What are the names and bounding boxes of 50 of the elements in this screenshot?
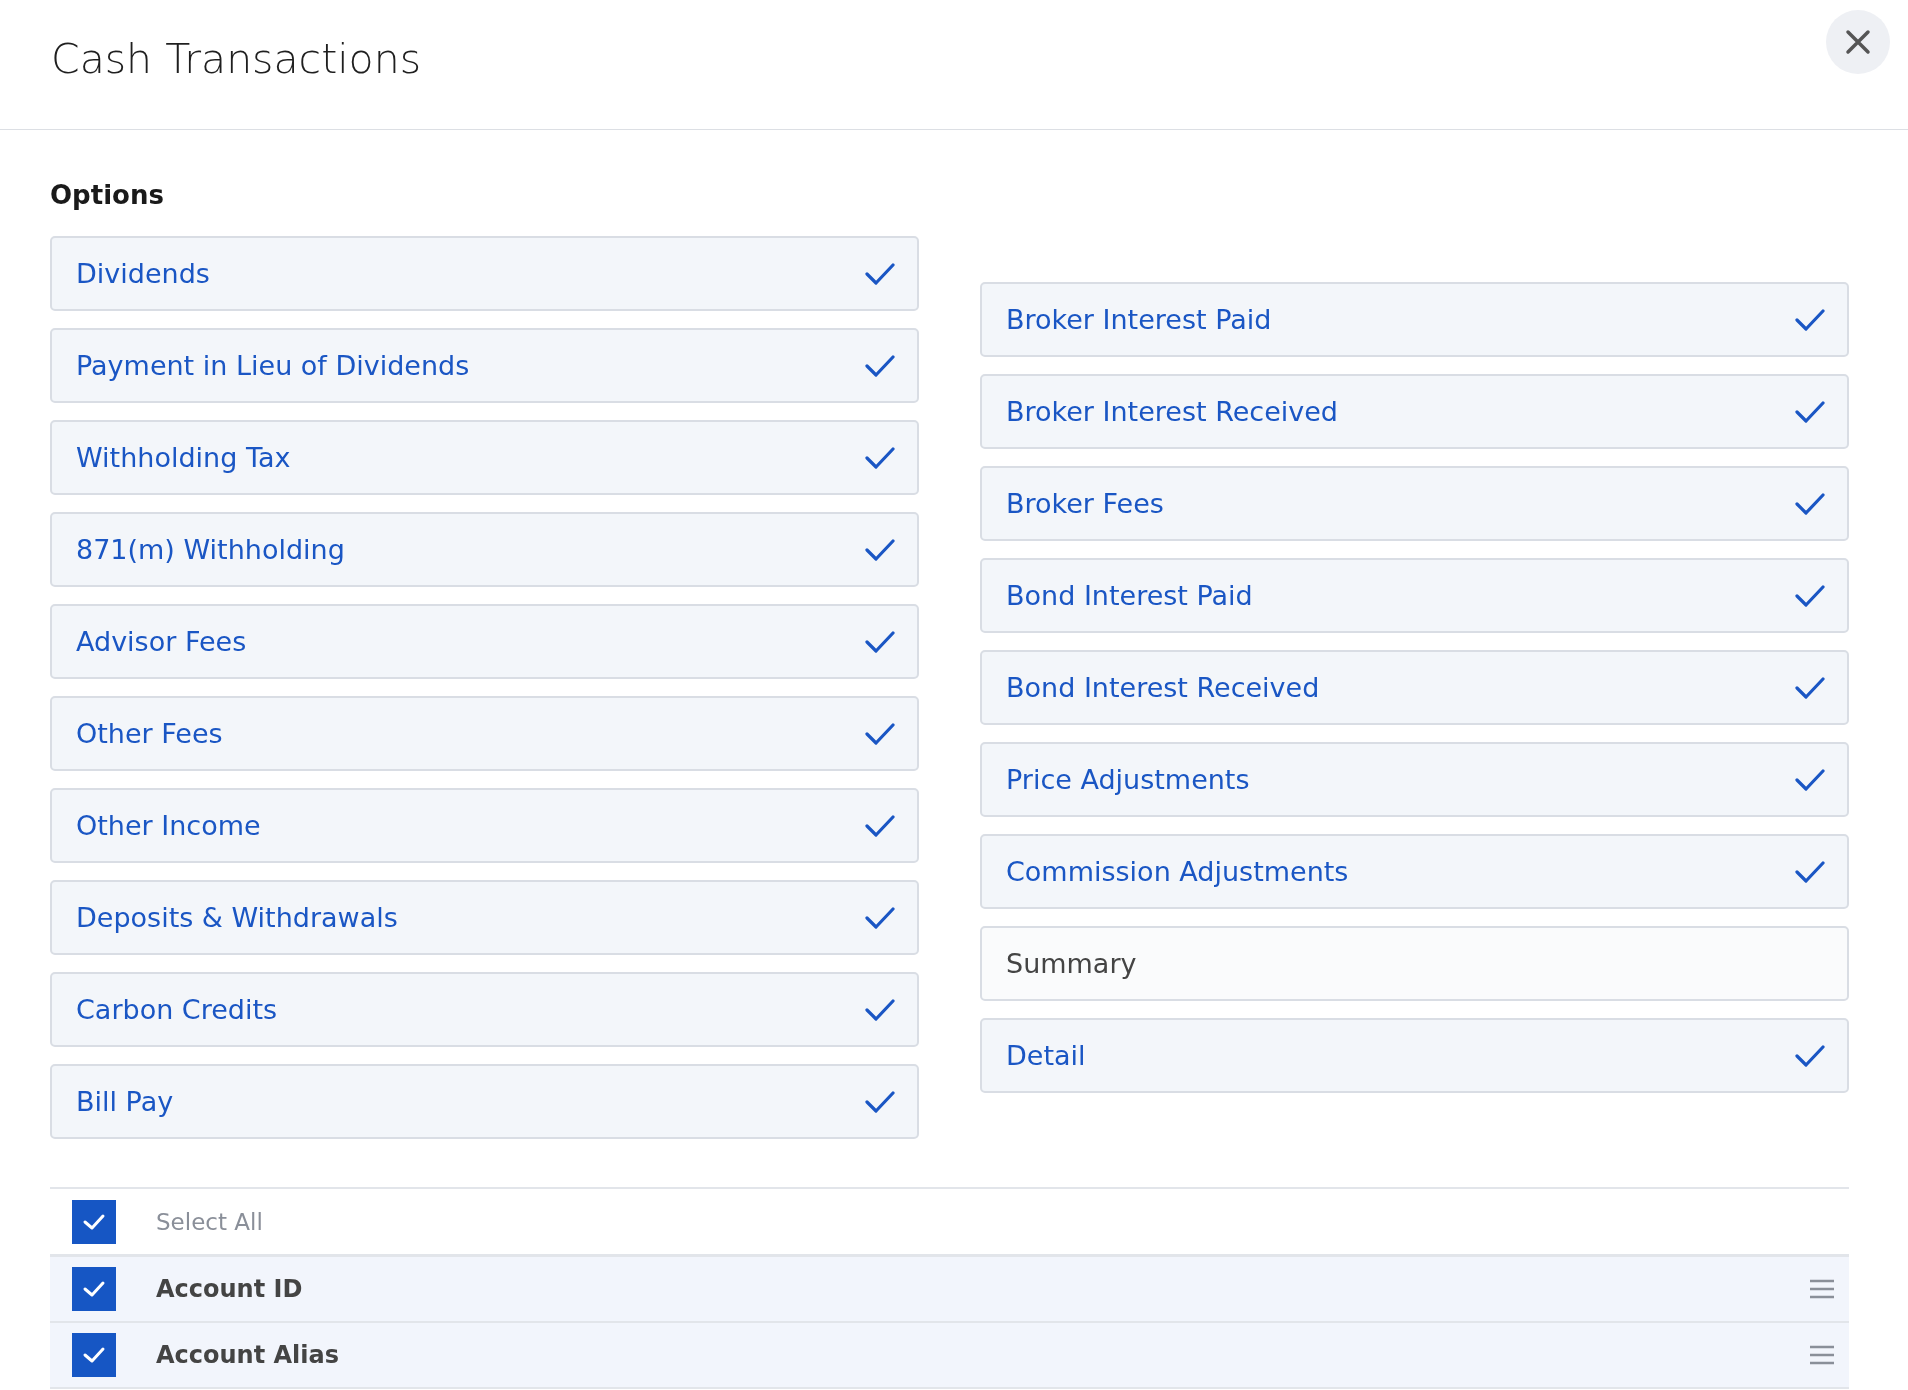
option-toggle[interactable]: Dividends [50, 236, 919, 311]
check-icon [865, 261, 895, 286]
option-toggle[interactable]: Withholding Tax [50, 420, 919, 495]
option-toggle[interactable]: Summary [980, 926, 1849, 1001]
check-icon [865, 629, 895, 654]
checkbox[interactable] [72, 1199, 116, 1244]
check-icon [865, 353, 895, 378]
check-icon [1795, 491, 1825, 516]
field-label: Account Alias [156, 1341, 341, 1369]
option-toggle[interactable]: Detail [980, 1018, 1849, 1093]
check-icon [1795, 1043, 1825, 1068]
option-toggle[interactable]: Broker Interest Paid [980, 282, 1849, 357]
check-icon [865, 997, 895, 1022]
check-icon [1795, 767, 1825, 792]
check-icon [1795, 307, 1825, 332]
drag-handle-icon[interactable] [1809, 1279, 1835, 1299]
option-toggle[interactable]: Other Income [50, 788, 919, 863]
option-toggle[interactable]: Carbon Credits [50, 972, 919, 1047]
check-icon [865, 905, 895, 930]
option-toggle[interactable]: Broker Fees [980, 466, 1849, 541]
dialog-title: Cash Transactions [51, 34, 422, 83]
check-icon [82, 1345, 106, 1365]
checkbox[interactable] [72, 1333, 116, 1377]
option-toggle[interactable]: Price Adjustments [980, 742, 1849, 817]
check-icon [865, 445, 895, 470]
check-icon [865, 813, 895, 838]
check-icon [865, 721, 895, 746]
check-icon [1795, 583, 1825, 608]
option-toggle[interactable]: Other Fees [50, 696, 919, 771]
option-toggle[interactable]: Bill Pay [50, 1064, 919, 1139]
option-toggle[interactable]: Bond Interest Paid [980, 558, 1849, 633]
option-toggle[interactable]: Broker Interest Received [980, 374, 1849, 449]
options-heading: Options [50, 180, 165, 210]
check-icon [1795, 399, 1825, 424]
close-icon [1845, 28, 1871, 55]
option-toggle[interactable]: Bond Interest Received [980, 650, 1849, 725]
check-icon [865, 1089, 895, 1114]
checkbox[interactable] [72, 1267, 116, 1311]
check-icon [1795, 859, 1825, 884]
option-toggle[interactable]: Commission Adjustments [980, 834, 1849, 909]
check-icon [82, 1279, 106, 1299]
option-toggle[interactable]: Deposits & Withdrawals [50, 880, 919, 955]
drag-handle-icon[interactable] [1809, 1345, 1835, 1365]
check-icon [865, 537, 895, 562]
select-all-label: Select All [156, 1208, 263, 1235]
option-toggle[interactable]: Payment in Lieu of Dividends [50, 328, 919, 403]
option-toggle[interactable]: Advisor Fees [50, 604, 919, 679]
field-label: Account ID [156, 1275, 304, 1303]
check-icon [1795, 675, 1825, 700]
option-toggle[interactable]: 871(m) Withholding [50, 512, 919, 587]
